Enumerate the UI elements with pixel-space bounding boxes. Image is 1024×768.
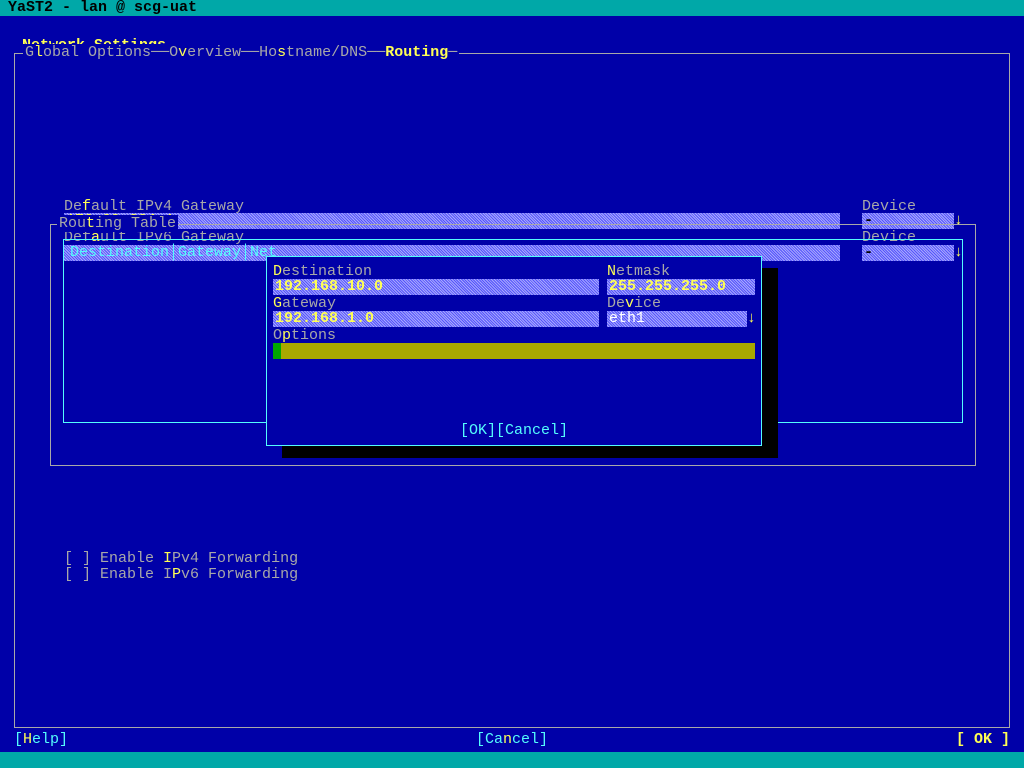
route-edit-dialog: Destination Netmask 192.168.10.0 255.255… [266, 256, 762, 446]
window-title: YaST2 - lan @ scg-uat [0, 0, 1024, 16]
options-input[interactable] [273, 343, 755, 359]
netmask-input[interactable]: 255.255.255.0 [607, 279, 755, 295]
device-select[interactable]: eth1 [607, 311, 747, 327]
dropdown-arrow-icon[interactable]: ↓ [747, 311, 755, 327]
enable-ipv6-forwarding-checkbox[interactable]: [ ] Enable IPv6 Forwarding [64, 566, 298, 583]
cancel-button[interactable]: [Cancel] [476, 731, 548, 748]
label-options: Options [273, 327, 336, 344]
routing-table-header: Destination│Gateway│Net [70, 244, 277, 261]
enable-ipv4-forwarding-checkbox[interactable]: [ ] Enable IPv4 Forwarding [64, 550, 298, 567]
footer-bar: [Help] [Cancel] [ OK ] [14, 731, 1010, 748]
tab-global-options[interactable]: Global Options [25, 44, 151, 61]
dialog-buttons: [OK][Cancel] [267, 422, 761, 439]
gateway-input[interactable]: 192.168.1.0 [273, 311, 599, 327]
tab-routing[interactable]: Routing [385, 44, 448, 61]
routing-table-title: Routing Table [57, 215, 178, 232]
bottom-strip [0, 752, 1024, 768]
tab-bar: Global Options──Overview──Hostname/DNS──… [23, 44, 459, 61]
destination-input[interactable]: 192.168.10.0 [273, 279, 599, 295]
help-button[interactable]: [Help] [14, 731, 68, 748]
ok-button[interactable]: [ OK ] [956, 731, 1010, 748]
tab-overview[interactable]: Overview [169, 44, 241, 61]
text-cursor [273, 343, 281, 359]
tab-hostname-dns[interactable]: Hostname/DNS [259, 44, 367, 61]
ok-button[interactable]: [OK] [460, 422, 496, 439]
cancel-button[interactable]: [Cancel] [496, 422, 568, 439]
